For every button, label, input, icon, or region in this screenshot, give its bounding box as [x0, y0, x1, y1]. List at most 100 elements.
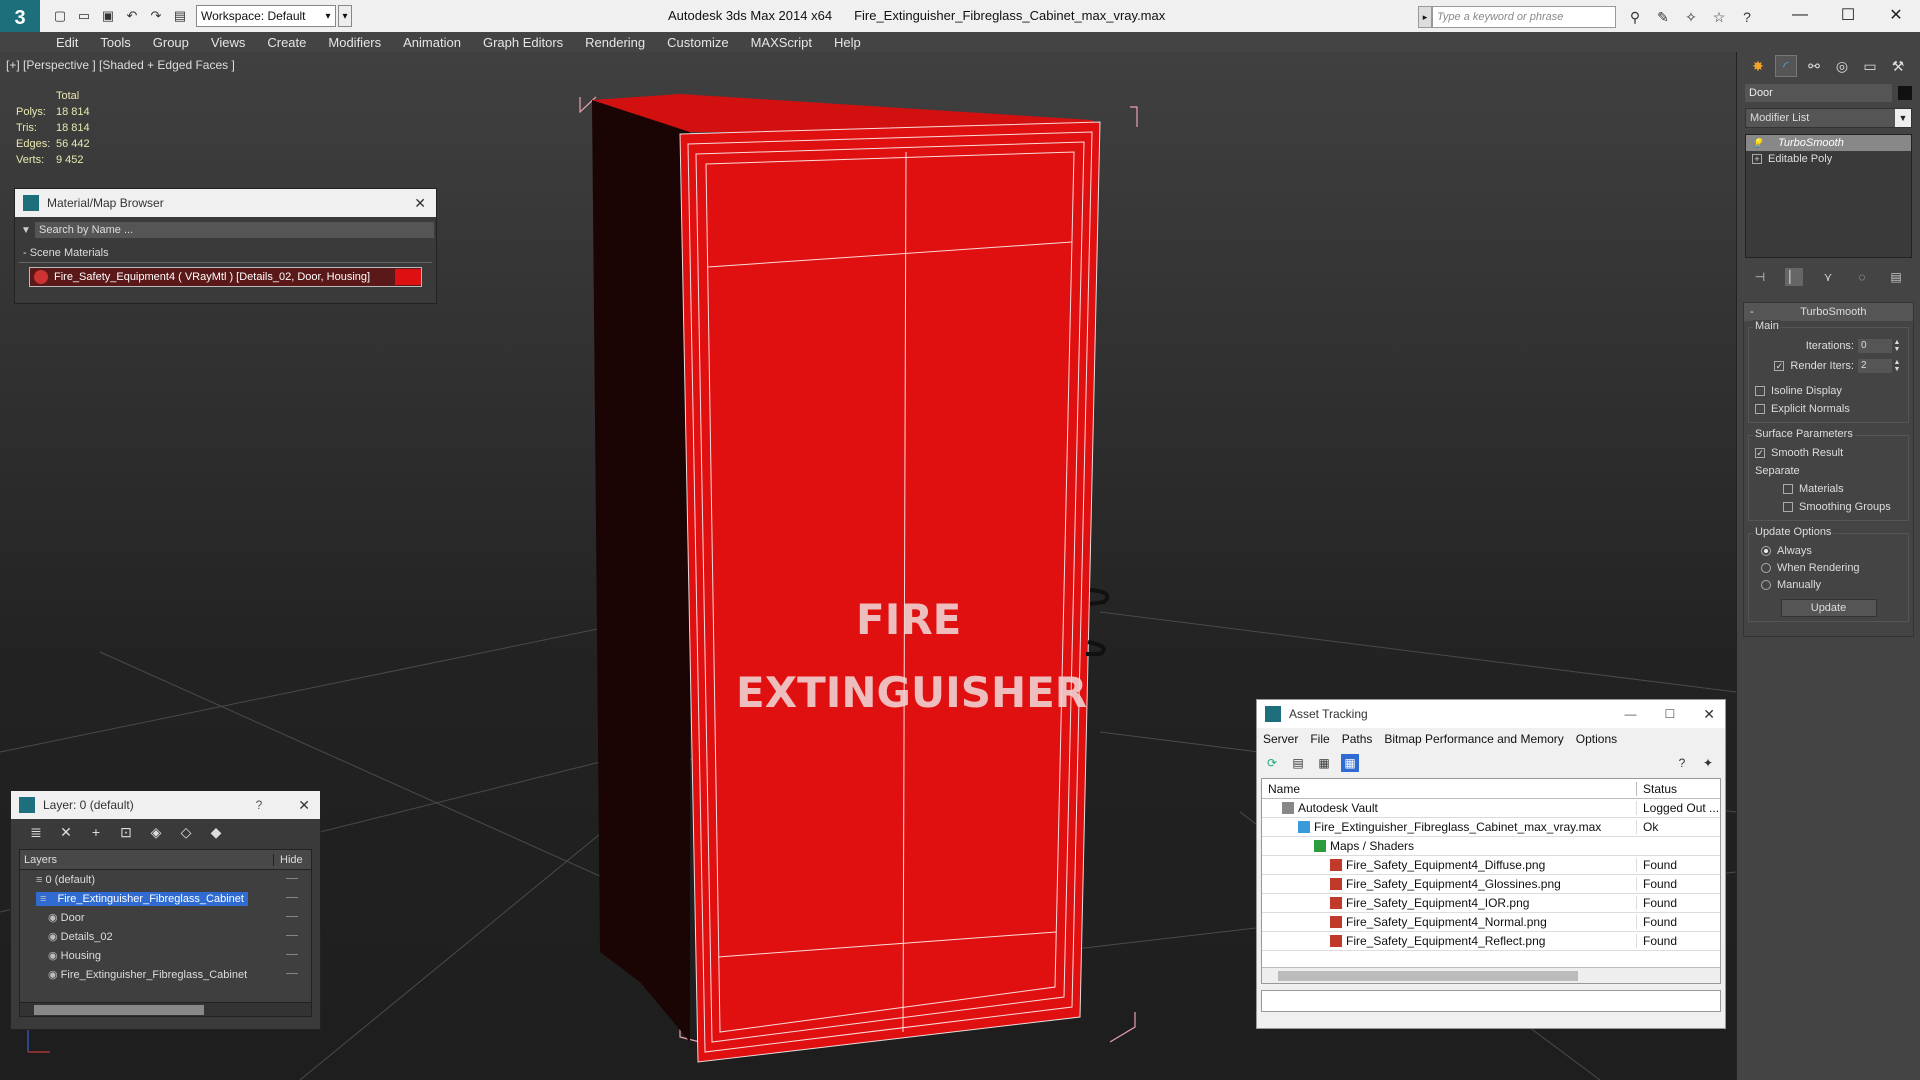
radio-manually[interactable]: Manually — [1755, 576, 1902, 593]
thumbnail-view-icon[interactable]: ▦ — [1315, 754, 1333, 772]
expand-icon[interactable]: + — [1752, 154, 1762, 164]
save-icon[interactable]: ▣ — [100, 8, 116, 24]
horizontal-scrollbar[interactable] — [1262, 967, 1720, 983]
project-folder-icon[interactable]: ▤ — [172, 8, 188, 24]
panel-header[interactable]: Material/Map Browser ✕ — [15, 189, 436, 217]
asset-path-field[interactable] — [1261, 990, 1721, 1012]
close-icon[interactable]: ✕ — [1872, 0, 1920, 30]
asset-row[interactable]: Fire_Safety_Equipment4_Diffuse.png Found — [1262, 856, 1720, 875]
display-tab-icon[interactable]: ▭ — [1859, 55, 1881, 77]
menu-item-create[interactable]: Create — [267, 35, 306, 50]
minimize-icon[interactable]: — — [1625, 707, 1637, 721]
remove-modifier-icon[interactable]: ◌ — [1853, 268, 1871, 286]
asset-row[interactable]: Maps / Shaders — [1262, 837, 1720, 856]
utilities-tab-icon[interactable]: ⚒ — [1887, 55, 1909, 77]
hide-toggle-icon[interactable]: ┄┄ — [273, 893, 311, 904]
help-icon[interactable]: ? — [1738, 8, 1756, 26]
isoline-display-checkbox[interactable]: Isoline Display — [1755, 382, 1902, 400]
menu-item-rendering[interactable]: Rendering — [585, 35, 645, 50]
asset-menu-options[interactable]: Options — [1576, 732, 1617, 746]
menu-item-animation[interactable]: Animation — [403, 35, 461, 50]
minimize-icon[interactable]: — — [1776, 0, 1824, 30]
iterations-input[interactable]: 0 — [1858, 339, 1892, 353]
new-file-icon[interactable]: ▢ — [52, 8, 68, 24]
select-in-layer-icon[interactable]: ⊡ — [117, 823, 135, 841]
close-icon[interactable]: ✕ — [414, 195, 426, 212]
workspace-dropdown[interactable]: Workspace: Default ▾ — [196, 5, 336, 27]
asset-menu-paths[interactable]: Paths — [1342, 732, 1373, 746]
asset-row[interactable]: Fire_Safety_Equipment4_Glossines.png Foun… — [1262, 875, 1720, 894]
spinner-icon[interactable]: ▲ ▼ — [1892, 339, 1902, 353]
panel-header[interactable]: Layer: 0 (default) ? ✕ — [11, 791, 320, 819]
materials-checkbox[interactable]: Materials — [1755, 480, 1902, 498]
menu-item-maxscript[interactable]: MAXScript — [751, 35, 812, 50]
render-iters-checkbox[interactable]: ✓ — [1774, 361, 1785, 371]
add-icon[interactable]: + — [87, 823, 105, 841]
object-name-input[interactable]: Door — [1745, 84, 1893, 102]
vault-icon[interactable]: ✦ — [1699, 754, 1717, 772]
configure-sets-icon[interactable]: ▤ — [1887, 268, 1905, 286]
asset-row[interactable]: Autodesk Vault Logged Out ... — [1262, 799, 1720, 818]
viewport-label[interactable]: [+] [Perspective ] [Shaded + Edged Faces… — [6, 58, 235, 72]
explicit-normals-checkbox[interactable]: Explicit Normals — [1755, 400, 1902, 418]
pin-stack-icon[interactable]: ⊣ — [1751, 268, 1769, 286]
layer-row[interactable]: ≡ 0 (default) ┄┄ — [20, 870, 311, 889]
hierarchy-tab-icon[interactable]: ⚯ — [1803, 55, 1825, 77]
hide-toggle-icon[interactable]: ┄┄ — [273, 950, 311, 961]
make-unique-icon[interactable]: ⋎ — [1819, 268, 1837, 286]
smoothing-groups-checkbox[interactable]: Smoothing Groups — [1755, 498, 1902, 516]
update-button[interactable]: Update — [1780, 599, 1877, 617]
subscription-icon[interactable]: ✎ — [1654, 8, 1672, 26]
create-tab-icon[interactable]: ✸ — [1747, 55, 1769, 77]
material-item[interactable]: Fire_Safety_Equipment4 ( VRayMtl ) [Deta… — [29, 267, 422, 287]
menu-item-tools[interactable]: Tools — [100, 35, 130, 50]
freeze-layer-icon[interactable]: ◇ — [177, 823, 195, 841]
undo-icon[interactable]: ↶ — [124, 8, 140, 24]
maximize-icon[interactable]: ☐ — [1665, 707, 1676, 721]
layer-row[interactable]: ≡ Fire_Extinguisher_Fibreglass_Cabinet ┄┄ — [20, 889, 311, 908]
collapse-arrow-icon[interactable]: ▸ — [1418, 6, 1432, 28]
menu-item-customize[interactable]: Customize — [667, 35, 728, 50]
menu-item-modifiers[interactable]: Modifiers — [328, 35, 381, 50]
stack-item-editable-poly[interactable]: + Editable Poly — [1746, 151, 1911, 167]
panel-header[interactable]: Asset Tracking — ☐ ✕ — [1257, 700, 1725, 728]
rollout-header[interactable]: - TurboSmooth — [1744, 303, 1913, 321]
menu-item-edit[interactable]: Edit — [56, 35, 78, 50]
col-hide[interactable]: Hide — [273, 853, 311, 866]
delete-icon[interactable]: ✕ — [57, 823, 75, 841]
motion-tab-icon[interactable]: ◎ — [1831, 55, 1853, 77]
asset-row[interactable]: Fire_Safety_Equipment4_Reflect.png Found — [1262, 932, 1720, 951]
close-icon[interactable]: ✕ — [298, 797, 310, 814]
highlight-layer-icon[interactable]: ◈ — [147, 823, 165, 841]
render-iters-input[interactable]: 2 — [1858, 359, 1892, 373]
options-arrow-icon[interactable]: ▼ — [17, 225, 35, 236]
search-input[interactable]: Search by Name ... — [35, 222, 434, 238]
table-view-icon[interactable]: ▦ — [1341, 754, 1359, 772]
app-logo-icon[interactable]: 3 — [0, 0, 40, 36]
menu-item-group[interactable]: Group — [153, 35, 189, 50]
horizontal-scrollbar[interactable] — [20, 1002, 311, 1016]
scrollbar-thumb[interactable] — [1278, 971, 1578, 981]
favorites-icon[interactable]: ☆ — [1710, 8, 1728, 26]
light-bulb-icon[interactable]: 💡 — [1752, 138, 1764, 149]
col-name[interactable]: Name — [1262, 782, 1636, 796]
render-layer-icon[interactable]: ◆ — [207, 823, 225, 841]
list-view-icon[interactable]: ▤ — [1289, 754, 1307, 772]
hide-toggle-icon[interactable]: ┄┄ — [273, 931, 311, 942]
layer-stack-icon[interactable]: ≣ — [27, 823, 45, 841]
stack-item-turbosmooth[interactable]: 💡 TurboSmooth — [1746, 135, 1911, 151]
asset-menu-file[interactable]: File — [1310, 732, 1329, 746]
search-input[interactable]: Type a keyword or phrase — [1432, 6, 1616, 28]
radio-always[interactable]: Always — [1755, 542, 1902, 559]
layer-row[interactable]: ◉ Door ┄┄ — [20, 908, 311, 927]
asset-row[interactable]: Fire_Safety_Equipment4_Normal.png Found — [1262, 913, 1720, 932]
open-file-icon[interactable]: ▭ — [76, 8, 92, 24]
col-status[interactable]: Status — [1636, 781, 1720, 796]
hide-toggle-icon[interactable]: ┄┄ — [273, 874, 311, 885]
show-end-result-icon[interactable]: ▏ — [1785, 268, 1803, 286]
layer-row[interactable]: ◉ Details_02 ┄┄ — [20, 927, 311, 946]
binoculars-icon[interactable]: ⚲ — [1626, 8, 1644, 26]
asset-menu-server[interactable]: Server — [1263, 732, 1298, 746]
modifier-list-dropdown[interactable]: Modifier List ▼ — [1745, 108, 1912, 128]
maximize-icon[interactable]: ☐ — [1824, 0, 1872, 30]
